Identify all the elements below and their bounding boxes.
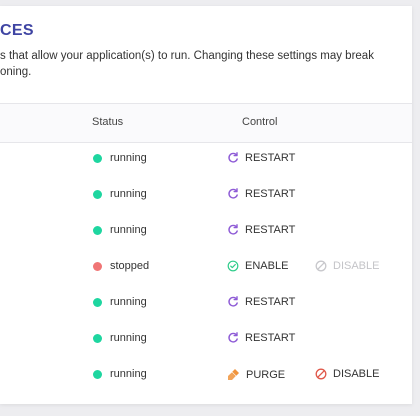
action-label: DISABLE — [333, 260, 380, 272]
action-label: DISABLE — [333, 368, 380, 380]
restart-icon — [227, 224, 245, 236]
description-line-1: s that allow your application(s) to run.… — [0, 50, 374, 62]
action-label: ENABLE — [245, 260, 289, 272]
action-label: PURGE — [246, 368, 286, 381]
table-row: running PURGE DISABLE — [0, 357, 412, 393]
restart-button[interactable]: RESTART — [227, 188, 295, 200]
status-dot-icon — [93, 261, 102, 271]
status-dot-icon — [93, 153, 102, 163]
disable-button[interactable]: DISABLE — [315, 368, 379, 380]
services-panel: CES s that allow your application(s) to … — [0, 6, 412, 404]
status-text: stopped — [110, 260, 150, 272]
restart-button[interactable]: RESTART — [227, 296, 295, 308]
restart-button[interactable]: RESTART — [227, 224, 295, 236]
status-indicator: running — [93, 188, 147, 200]
status-text: running — [110, 332, 147, 344]
check-circle-icon — [227, 260, 245, 272]
status-indicator: running — [93, 296, 147, 308]
status-indicator: running — [93, 332, 147, 344]
disable-button[interactable]: DISABLE — [315, 260, 379, 272]
action-label: RESTART — [245, 296, 296, 308]
action-label: RESTART — [245, 224, 296, 236]
ban-icon — [315, 260, 333, 272]
status-indicator: running — [93, 152, 147, 164]
purge-button[interactable]: PURGE — [227, 368, 285, 381]
table-row: running RESTART — [0, 321, 412, 357]
status-text: running — [110, 188, 147, 200]
table-header: Status Control — [0, 103, 412, 143]
restart-icon — [227, 152, 245, 164]
ban-icon — [315, 368, 333, 380]
action-label: RESTART — [245, 152, 296, 164]
control-column-header: Control — [242, 116, 278, 128]
status-dot-icon — [93, 189, 102, 199]
status-dot-icon — [93, 225, 102, 235]
status-text: running — [110, 368, 147, 380]
table-row: stopped ENABLE DISABLE — [0, 249, 412, 285]
broom-icon — [227, 368, 246, 381]
restart-icon — [227, 332, 245, 344]
action-label: RESTART — [245, 188, 296, 200]
table-row: running RESTART — [0, 177, 412, 213]
panel-title: CES — [0, 22, 34, 39]
enable-button[interactable]: ENABLE — [227, 260, 288, 272]
restart-button[interactable]: RESTART — [227, 152, 295, 164]
table-row: running RESTART — [0, 285, 412, 321]
description-line-2: oning. — [0, 66, 32, 78]
status-dot-icon — [93, 333, 102, 343]
restart-icon — [227, 296, 245, 308]
status-text: running — [110, 152, 147, 164]
status-indicator: stopped — [93, 260, 149, 272]
status-indicator: running — [93, 368, 147, 380]
restart-icon — [227, 188, 245, 200]
status-column-header: Status — [92, 116, 124, 128]
status-text: running — [110, 296, 147, 308]
status-indicator: running — [93, 224, 147, 236]
status-text: running — [110, 224, 147, 236]
table-row: running RESTART — [0, 141, 412, 177]
table-row: running RESTART — [0, 213, 412, 249]
status-dot-icon — [93, 369, 102, 379]
panel-description: s that allow your application(s) to run.… — [0, 48, 400, 80]
status-dot-icon — [93, 297, 102, 307]
restart-button[interactable]: RESTART — [227, 332, 295, 344]
action-label: RESTART — [245, 332, 296, 344]
